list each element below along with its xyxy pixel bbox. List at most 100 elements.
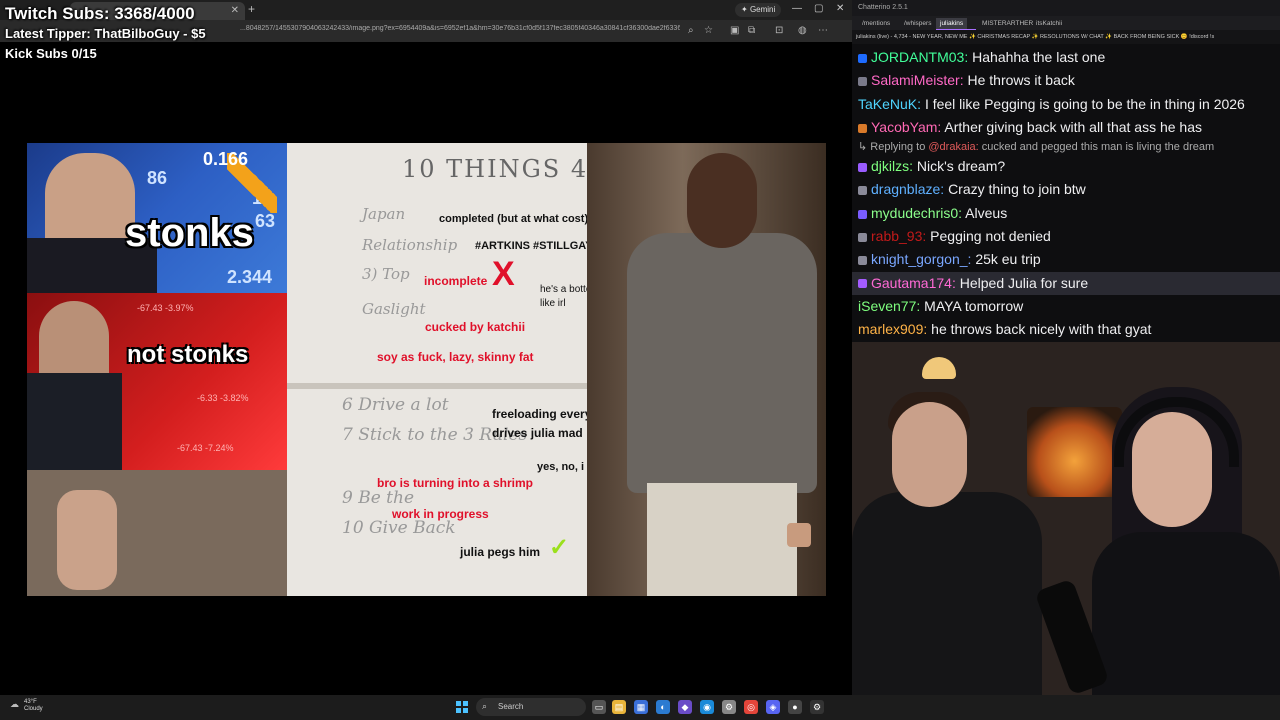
chat-message[interactable]: knight_gorgon_: 25k eu trip <box>852 248 1280 271</box>
meme-number: 2.344 <box>227 267 273 287</box>
not-stonks-meme: -67.43 -3.97% -6.33 -3.82% -67.43 -7.24%… <box>27 293 287 470</box>
taskbar-search[interactable]: ⌕ Search <box>476 698 586 716</box>
reply-mention[interactable]: @drakaia: <box>928 141 978 153</box>
chat-username[interactable]: JORDANTM03 <box>871 49 964 65</box>
chat-text: He throws it back <box>967 72 1075 89</box>
chat-badge-icon[interactable] <box>858 162 867 172</box>
chat-username[interactable]: YacobYam <box>871 119 937 135</box>
edge-icon[interactable]: ◐ <box>656 700 670 714</box>
chat-badge-icon[interactable] <box>858 256 867 266</box>
obs-icon[interactable]: ● <box>788 700 802 714</box>
chat-message[interactable]: JORDANTM03: Hahahha the last one <box>852 46 1280 69</box>
chat-text: Arther giving back with all that ass he … <box>944 118 1202 135</box>
whiteboard-note: completed (but at what cost) <box>439 213 589 225</box>
chat-username[interactable]: iSeven77 <box>858 298 916 314</box>
chat-message[interactable]: djkilzs: Nick's dream? <box>852 155 1280 178</box>
cast-icon[interactable]: ⊡ <box>775 25 783 36</box>
reply-prefix: Replying to <box>870 141 926 154</box>
chat-colon: : <box>951 274 960 291</box>
chat-username[interactable]: knight_gorgon_ <box>871 251 968 267</box>
taskbar: ☁ 43°F Cloudy ⌕ Search ▭ ▤ ▦ ◐ ◆ ◉ ⚙ ◎ ◈… <box>0 695 1280 720</box>
chat-message[interactable]: SalamiMeister: He throws it back <box>852 69 1280 92</box>
reply-context[interactable]: ↳ Replying to @drakaia: cucked and pegge… <box>852 139 1280 155</box>
whiteboard-note-red: work in progress <box>392 507 489 521</box>
tab-whispers[interactable]: /whispers <box>900 18 935 29</box>
puzzle-icon[interactable]: ⧉ <box>748 25 755 36</box>
webcam-feed <box>852 342 1280 695</box>
chat-username[interactable]: djkilzs <box>871 158 909 174</box>
chat-colon: : <box>916 297 925 314</box>
chat-username[interactable]: SalamiMeister <box>871 72 960 88</box>
maximize-icon[interactable]: ▢ <box>814 3 823 14</box>
task-view-icon[interactable]: ▭ <box>592 700 606 714</box>
bookmark-star-icon[interactable]: ☆ <box>704 25 713 36</box>
chat-message[interactable]: mydudechris0: Alveus <box>852 202 1280 225</box>
chat-messages[interactable]: JORDANTM03: Hahahha the last one SalamiMe… <box>852 46 1280 342</box>
zoom-icon[interactable]: ⌕ <box>688 25 694 36</box>
whiteboard-note-red: soy as fuck, lazy, skinny fat <box>377 350 534 364</box>
chat-badge-icon[interactable] <box>858 209 867 219</box>
app-icon[interactable]: ◆ <box>678 700 692 714</box>
stonks-caption: stonks <box>125 211 254 255</box>
whiteboard-item: Gaslight <box>362 300 426 318</box>
gear-icon[interactable]: ⚙ <box>810 700 824 714</box>
check-icon: ✓ <box>549 534 570 561</box>
chat-username[interactable]: mydudechris0 <box>871 205 958 221</box>
tab-mentions[interactable]: /mentions <box>858 18 894 29</box>
chat-badge-icon[interactable] <box>858 232 867 242</box>
chat-colon: : <box>922 228 931 245</box>
close-tab-icon[interactable]: ✕ <box>231 5 239 16</box>
chat-tab-bar: /mentions /whispers juliakins MISTERARTH… <box>852 16 1280 30</box>
chat-username[interactable]: dragnblaze <box>871 181 940 197</box>
close-window-icon[interactable]: ✕ <box>836 3 844 14</box>
avatar <box>787 523 811 547</box>
chrome-icon[interactable]: ◎ <box>744 700 758 714</box>
chat-username[interactable]: rabb_93 <box>871 228 922 244</box>
profile-icon[interactable]: ◍ <box>798 25 807 36</box>
chat-message[interactable]: YacobYam: Arther giving back with all th… <box>852 116 1280 139</box>
chat-message[interactable]: iSeven77: MAYA tomorrow <box>852 295 1280 318</box>
browser-window: ✕ + ✦ Gemini — ▢ ✕ ...8048257/1455307904… <box>0 0 852 695</box>
browser-icon[interactable]: ◉ <box>700 700 714 714</box>
whiteboard-item: 10 Give Back <box>342 518 456 538</box>
extension-icon[interactable]: ▣ <box>730 25 739 36</box>
minimize-icon[interactable]: — <box>792 3 802 14</box>
chat-username[interactable]: Gautama174 <box>871 275 952 291</box>
meme-suit <box>27 373 122 470</box>
tab-itskatchii[interactable]: itsKatchii <box>1032 18 1066 29</box>
search-icon: ⌕ <box>482 701 488 711</box>
chat-badge-icon[interactable] <box>858 279 867 289</box>
whiteboard-item: Japan <box>362 205 406 223</box>
chat-username[interactable]: marlex909 <box>858 321 923 337</box>
chat-window: Chatterino 2.5.1 /mentions /whispers jul… <box>852 0 1280 342</box>
tab-juliakins[interactable]: juliakins <box>936 18 968 29</box>
streamer-face <box>892 402 967 507</box>
chat-message[interactable]: dragnblaze: Crazy thing to join btw <box>852 178 1280 201</box>
displayed-image: 86 1 63 2.344 0.166 stonks -67.43 -3.97%… <box>27 143 826 596</box>
menu-icon[interactable]: ⋯ <box>818 25 828 36</box>
settings-icon[interactable]: ⚙ <box>722 700 736 714</box>
temperature: 43°F <box>24 699 37 705</box>
file-explorer-icon[interactable]: ▤ <box>612 700 626 714</box>
whiteboard-note: like irl <box>540 298 566 309</box>
chat-text: Nick's dream? <box>916 158 1006 175</box>
chat-message[interactable]: TaKeNuK: I feel like Pegging is going to… <box>852 93 1280 116</box>
windows-start-icon[interactable] <box>456 701 468 713</box>
chat-message[interactable]: marlex909: he throws back nicely with th… <box>852 318 1280 341</box>
tab-misterarther[interactable]: MISTERARTHER <box>978 18 1037 29</box>
discord-icon[interactable]: ◈ <box>766 700 780 714</box>
whiteboard-item: 3) Top <box>362 265 410 283</box>
chat-badge-icon[interactable] <box>858 53 867 63</box>
new-tab-icon[interactable]: + <box>248 2 255 16</box>
chat-message[interactable]: Gautama174: Helped Julia for sure <box>852 271 1280 295</box>
streamer-body <box>1092 532 1280 695</box>
gemini-button[interactable]: ✦ Gemini <box>735 3 782 17</box>
chat-message[interactable]: rabb_93: Pegging not denied <box>852 225 1280 248</box>
address-bar[interactable]: ...8048257/1455307904063242433/image.png… <box>240 25 680 32</box>
chat-badge-icon[interactable] <box>858 123 867 133</box>
chat-badge-icon[interactable] <box>858 186 867 196</box>
chat-colon: : <box>923 321 932 338</box>
chat-badge-icon[interactable] <box>858 77 867 87</box>
store-icon[interactable]: ▦ <box>634 700 648 714</box>
chat-username[interactable]: TaKeNuK <box>858 96 917 112</box>
